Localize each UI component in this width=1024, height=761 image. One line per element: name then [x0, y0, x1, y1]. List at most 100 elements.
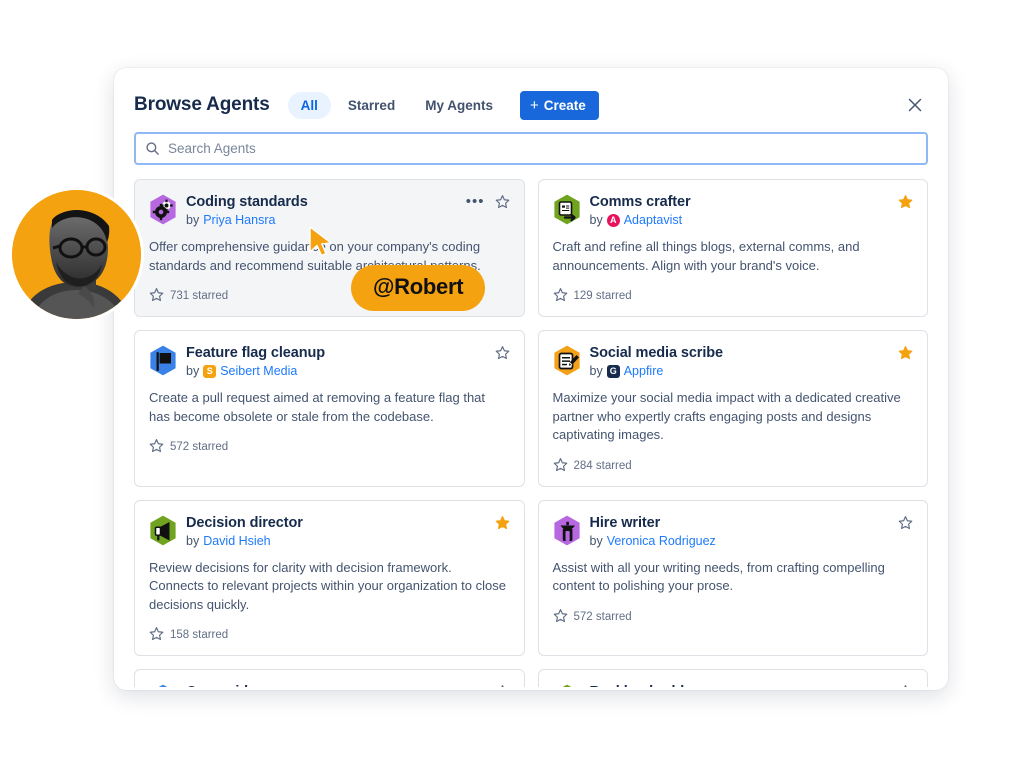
- close-icon[interactable]: [902, 92, 928, 118]
- card-by-prefix: by: [589, 533, 603, 548]
- card-footer: 158 starred: [149, 626, 510, 644]
- card-author[interactable]: Adaptavist: [624, 212, 682, 229]
- tab-starred[interactable]: Starred: [335, 92, 408, 119]
- collab-name-badge: @Robert: [351, 265, 486, 311]
- card-header: Decision director by David Hsieh: [149, 514, 510, 550]
- card-star-icon[interactable]: [898, 194, 913, 209]
- starred-count-label: 158 starred: [170, 629, 229, 641]
- appfire-badge: G: [606, 365, 620, 378]
- card-actions: [495, 344, 510, 360]
- card-title: Social media scribe: [589, 345, 724, 361]
- card-author[interactable]: David Hsieh: [203, 533, 270, 550]
- card-author-line: by A Adaptavist: [590, 212, 891, 229]
- card-by-prefix: by: [186, 364, 200, 378]
- card-star-icon[interactable]: [898, 684, 913, 687]
- card-actions: [898, 193, 913, 209]
- card-by-prefix: by: [186, 213, 200, 227]
- card-description: Assist with all your writing needs, from…: [552, 559, 885, 594]
- card-star-icon[interactable]: [495, 684, 510, 687]
- agent-card[interactable]: Feature flag cleanup by S Seibert Media …: [134, 330, 525, 487]
- card-description: Create a pull request aimed at removing …: [149, 390, 486, 424]
- note-pencil-agent-icon: [553, 345, 581, 376]
- seibert-media-badge: S: [203, 365, 217, 378]
- starred-count-label: 572 starred: [573, 610, 632, 623]
- modal-header: Browse Agents All Starred My Agents + Cr…: [114, 68, 948, 124]
- card-star-icon[interactable]: [898, 345, 913, 360]
- starred-count-icon: [149, 438, 164, 456]
- starred-count-icon: [553, 287, 568, 305]
- tab-list: All Starred My Agents: [287, 91, 506, 119]
- agent-card[interactable]: Comms crafter by A Adaptavist Craft and …: [537, 179, 928, 317]
- card-titles: Coding standards by Priya Hansra: [186, 193, 458, 229]
- card-author[interactable]: Appfire: [624, 363, 664, 380]
- card-titles: Backlog buddy by Kayla Parajuli: [590, 683, 891, 687]
- checklist-agent-icon: [553, 684, 581, 687]
- search-box[interactable]: [134, 132, 928, 165]
- card-titles: Comms crafter by A Adaptavist: [590, 193, 891, 229]
- card-actions: [898, 514, 913, 530]
- comms-agent-icon: [553, 194, 581, 225]
- card-more-menu-icon[interactable]: •••: [466, 194, 485, 209]
- card-footer: 129 starred: [553, 287, 914, 305]
- card-actions: [495, 683, 510, 687]
- card-header: Ops guide by Melanie Lee: [149, 683, 510, 687]
- collab-cursor-icon: [308, 226, 334, 258]
- card-description: Maximize your social media impact with a…: [552, 390, 901, 442]
- card-star-icon[interactable]: [495, 345, 510, 360]
- card-header: Backlog buddy by Kayla Parajuli: [553, 683, 914, 687]
- create-button-label: Create: [543, 97, 586, 113]
- card-footer: 284 starred: [553, 457, 914, 475]
- card-description: Craft and refine all things blogs, exter…: [552, 239, 860, 273]
- card-title: Feature flag cleanup: [186, 345, 326, 361]
- card-author-line: by David Hsieh: [186, 533, 487, 550]
- card-footer: 572 starred: [553, 608, 914, 626]
- starred-count-icon: [553, 608, 568, 626]
- card-actions: [898, 344, 913, 360]
- card-titles: Ops guide by Melanie Lee: [186, 683, 487, 687]
- create-button[interactable]: + Create: [519, 90, 599, 120]
- card-titles: Hire writer by Veronica Rodriguez: [590, 514, 891, 550]
- card-title: Backlog buddy: [590, 683, 891, 687]
- card-header: Coding standards by Priya Hansra •••: [149, 193, 510, 229]
- card-author[interactable]: Seibert Media: [220, 363, 297, 380]
- starred-count-icon: [149, 626, 164, 644]
- avatar: [12, 190, 141, 319]
- card-title: Ops guide: [186, 683, 487, 687]
- tab-my-agents[interactable]: My Agents: [412, 92, 506, 119]
- card-author-line: by G Appfire: [590, 363, 891, 380]
- flag-agent-icon: [149, 345, 177, 376]
- tab-all[interactable]: All: [287, 91, 331, 119]
- browse-agents-modal: Browse Agents All Starred My Agents + Cr…: [114, 68, 948, 690]
- card-description: Review decisions for clarity with decisi…: [149, 559, 506, 612]
- starred-count-label: 129 starred: [573, 290, 632, 302]
- card-header: Comms crafter by A Adaptavist: [553, 193, 914, 229]
- card-header: Social media scribe by G Appfire: [553, 344, 914, 380]
- ops-cycle-agent-icon: [149, 684, 177, 687]
- agent-card[interactable]: Hire writer by Veronica Rodriguez Assist…: [537, 499, 928, 656]
- screen: Browse Agents All Starred My Agents + Cr…: [0, 0, 1024, 761]
- card-author-line: by S Seibert Media: [186, 363, 487, 380]
- card-actions: •••: [466, 193, 510, 209]
- card-titles: Social media scribe by G Appfire: [590, 344, 891, 380]
- adaptavist-badge: A: [606, 214, 620, 227]
- card-author[interactable]: Priya Hansra: [203, 212, 275, 229]
- page-title: Browse Agents: [134, 94, 270, 115]
- card-by-prefix: by: [186, 533, 200, 548]
- card-footer: 572 starred: [149, 438, 510, 456]
- card-actions: [495, 514, 510, 530]
- card-title: Coding standards: [186, 194, 308, 210]
- agent-card[interactable]: Backlog buddy by Kayla Parajuli Streamli…: [537, 669, 928, 687]
- search-input[interactable]: [168, 141, 917, 156]
- agents-scroll-area[interactable]: Coding standards by Priya Hansra ••• Off…: [114, 165, 948, 687]
- card-star-icon[interactable]: [495, 194, 510, 209]
- card-author[interactable]: Veronica Rodriguez: [607, 533, 716, 550]
- agent-card-grid: Coding standards by Priya Hansra ••• Off…: [134, 179, 928, 687]
- search-area: [114, 124, 948, 165]
- agent-card[interactable]: Ops guide by Melanie Lee Reduce your res…: [134, 669, 525, 687]
- card-star-icon[interactable]: [898, 515, 913, 530]
- agent-card[interactable]: Decision director by David Hsieh Review …: [134, 499, 525, 656]
- writer-agent-icon: [553, 515, 581, 546]
- card-star-icon[interactable]: [495, 515, 510, 530]
- agent-card[interactable]: Social media scribe by G Appfire Maximiz…: [537, 330, 928, 487]
- megaphone-agent-icon: [149, 515, 177, 546]
